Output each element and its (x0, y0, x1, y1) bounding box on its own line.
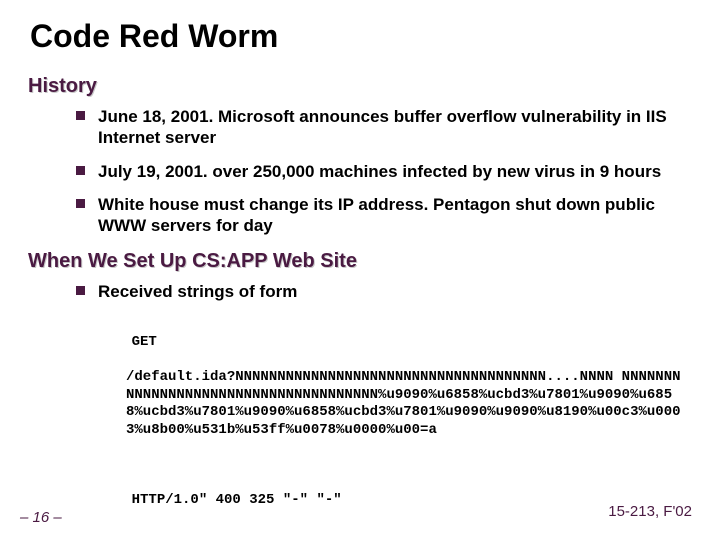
bullet-item: White house must change its IP address. … (76, 194, 692, 237)
bullet-item: July 19, 2001. over 250,000 machines inf… (76, 161, 692, 182)
section-heading-history: History (28, 75, 692, 98)
code-line: HTTP/1.0" 400 325 "-" "-" (132, 492, 342, 508)
history-bullets: June 18, 2001. Microsoft announces buffe… (28, 106, 692, 236)
code-body: /default.ida?NNNNNNNNNNNNNNNNNNNNNNNNNNN… (98, 369, 682, 439)
setup-bullets: Received strings of form (28, 281, 692, 302)
slide-number: – 16 – (20, 509, 62, 526)
section-heading-setup: When We Set Up CS:APP Web Site (28, 250, 692, 273)
code-line: GET (132, 334, 157, 350)
course-tag: 15-213, F'02 (608, 503, 692, 520)
slide-title: Code Red Worm (30, 18, 692, 55)
bullet-item: Received strings of form (76, 281, 692, 302)
bullet-item: June 18, 2001. Microsoft announces buffe… (76, 106, 692, 149)
http-request-code: GET /default.ida?NNNNNNNNNNNNNNNNNNNNNNN… (98, 317, 682, 527)
slide: Code Red Worm History June 18, 2001. Mic… (0, 0, 720, 540)
